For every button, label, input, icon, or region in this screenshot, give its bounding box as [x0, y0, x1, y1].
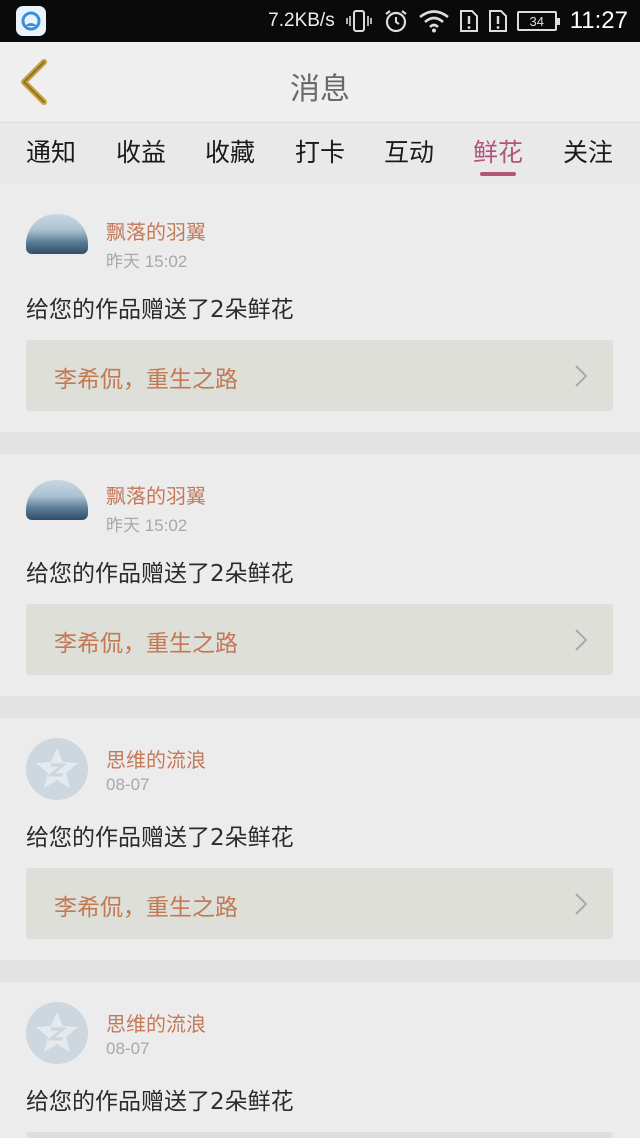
- avatar[interactable]: [26, 1002, 88, 1064]
- message-text: 给您的作品赠送了2朵鲜花: [26, 825, 294, 851]
- wifi-icon: [418, 9, 450, 33]
- message-card: 飘落的羽翼 昨天 15:02 给您的作品赠送了2朵鲜花 李希侃，重生之路: [0, 454, 640, 696]
- status-bar: 7.2KB/s 34 11:27: [0, 0, 640, 42]
- tab-notifications[interactable]: 通知: [11, 133, 91, 169]
- app-notification-icon: [16, 6, 46, 36]
- tab-bar: 通知 收益 收藏 打卡 互动 鲜花 关注: [0, 122, 640, 184]
- message-text: 给您的作品赠送了2朵鲜花: [26, 1089, 294, 1115]
- tab-flowers[interactable]: 鲜花: [458, 133, 538, 169]
- page-title: 消息: [290, 72, 350, 107]
- message-text: 给您的作品赠送了2朵鲜花: [26, 297, 294, 323]
- username[interactable]: 飘落的羽翼: [106, 480, 206, 509]
- work-title: 李希侃，重生之路: [54, 895, 238, 921]
- active-tab-indicator: [480, 172, 516, 176]
- divider: [0, 432, 640, 454]
- username[interactable]: 思维的流浪: [106, 1008, 206, 1037]
- work-link[interactable]: 李希侃，重生之路: [26, 604, 613, 675]
- avatar[interactable]: [26, 738, 88, 800]
- clock: 11:27: [569, 7, 628, 34]
- chevron-right-icon: [575, 893, 587, 915]
- vibrate-icon: [344, 9, 374, 33]
- tab-follows[interactable]: 关注: [548, 133, 628, 169]
- message-text: 给您的作品赠送了2朵鲜花: [26, 561, 294, 587]
- tab-earnings[interactable]: 收益: [101, 133, 181, 169]
- message-card: 思维的流浪 08-07 给您的作品赠送了2朵鲜花: [0, 982, 640, 1138]
- divider: [0, 960, 640, 982]
- username[interactable]: 思维的流浪: [106, 744, 206, 773]
- username[interactable]: 飘落的羽翼: [106, 216, 206, 245]
- default-avatar-icon: [36, 748, 78, 788]
- network-speed: 7.2KB/s: [268, 10, 335, 31]
- tab-favorites[interactable]: 收藏: [190, 133, 270, 169]
- message-time: 08-07: [106, 1039, 150, 1058]
- work-link[interactable]: 李希侃，重生之路: [26, 340, 613, 411]
- battery-level: 34: [529, 13, 544, 29]
- avatar[interactable]: [26, 480, 88, 520]
- battery-icon: 34: [516, 11, 560, 31]
- chevron-right-icon: [575, 629, 587, 651]
- message-time: 08-07: [106, 775, 150, 794]
- tab-interactions[interactable]: 互动: [369, 133, 449, 169]
- message-time: 昨天 15:02: [106, 516, 188, 535]
- sim2-alert-icon: [488, 9, 508, 33]
- chevron-right-icon: [575, 365, 587, 387]
- work-title: 李希侃，重生之路: [54, 631, 238, 657]
- message-time: 昨天 15:02: [106, 252, 188, 271]
- header: 消息: [0, 42, 640, 122]
- avatar[interactable]: [26, 214, 88, 254]
- message-card: 飘落的羽翼 昨天 15:02 给您的作品赠送了2朵鲜花 李希侃，重生之路: [0, 184, 640, 432]
- work-title: 李希侃，重生之路: [54, 367, 238, 393]
- default-avatar-icon: [36, 1012, 78, 1052]
- sim1-alert-icon: [459, 9, 479, 33]
- work-link[interactable]: [26, 1132, 613, 1138]
- work-link[interactable]: 李希侃，重生之路: [26, 868, 613, 939]
- message-card: 思维的流浪 08-07 给您的作品赠送了2朵鲜花 李希侃，重生之路: [0, 718, 640, 960]
- alarm-icon: [383, 8, 409, 34]
- tab-checkin[interactable]: 打卡: [280, 133, 360, 169]
- divider: [0, 696, 640, 718]
